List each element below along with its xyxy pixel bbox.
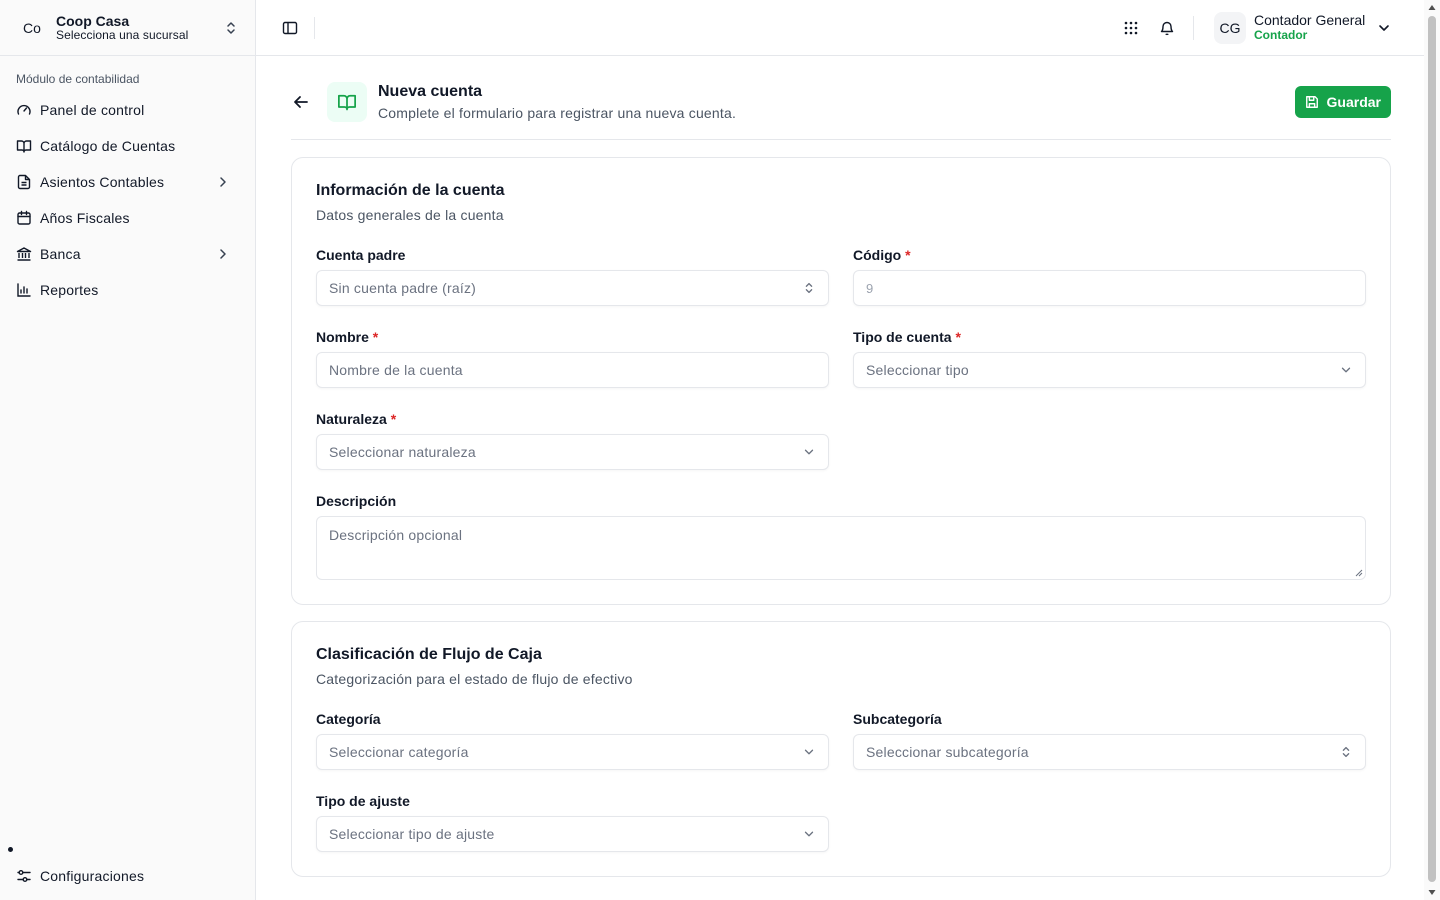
file-text-icon <box>16 174 32 190</box>
subcategory-select[interactable]: Seleccionar subcategoría <box>853 734 1366 770</box>
category-select[interactable]: Seleccionar categoría <box>316 734 829 770</box>
chevron-down-icon <box>802 827 816 841</box>
code-label: Código * <box>853 247 911 263</box>
card-subtitle: Categorización para el estado de flujo d… <box>316 671 633 687</box>
save-button-label: Guardar <box>1326 94 1381 110</box>
nature-select[interactable]: Seleccionar naturaleza <box>316 434 829 470</box>
chevron-right-icon <box>215 174 231 190</box>
account-type-select[interactable]: Seleccionar tipo <box>853 352 1366 388</box>
org-name: Coop Casa <box>56 12 130 29</box>
chevrons-up-down-icon <box>223 20 239 36</box>
bell-icon[interactable] <box>1159 20 1175 36</box>
sidebar-item-label: Banca <box>40 246 81 262</box>
parent-account-label: Cuenta padre <box>316 247 406 263</box>
sidebar-item-label: Asientos Contables <box>40 174 165 190</box>
scroll-down-arrow-icon[interactable] <box>1428 888 1436 896</box>
page-title: Nueva cuenta <box>378 83 483 100</box>
chevrons-up-down-icon <box>1339 745 1353 759</box>
account-type-placeholder: Seleccionar tipo <box>866 362 969 378</box>
adjustment-type-select[interactable]: Seleccionar tipo de ajuste <box>316 816 829 852</box>
cash-flow-card: Clasificación de Flujo de Caja Categoriz… <box>291 621 1391 877</box>
card-title: Información de la cuenta <box>316 182 505 199</box>
user-name: Contador General <box>1254 13 1366 29</box>
book-open-icon <box>327 82 367 122</box>
chevron-down-icon <box>802 745 816 759</box>
card-title: Clasificación de Flujo de Caja <box>316 646 542 663</box>
subcategory-placeholder: Seleccionar subcategoría <box>866 744 1029 760</box>
description-textarea[interactable]: Descripción opcional <box>316 516 1366 580</box>
arrow-left-icon[interactable] <box>291 92 311 112</box>
bar-chart-icon <box>16 282 32 298</box>
sidebar-item-label: Panel de control <box>40 102 145 118</box>
chevron-down-icon <box>802 445 816 459</box>
code-input[interactable]: 9 <box>853 270 1366 306</box>
sidebar-item-fiscal-years[interactable]: Años Fiscales <box>0 200 255 236</box>
sidebar-item-banking[interactable]: Banca <box>0 236 255 272</box>
page-subtitle: Complete el formulario para registrar un… <box>378 105 737 121</box>
save-button[interactable]: Guardar <box>1294 86 1391 118</box>
save-icon <box>1305 95 1319 109</box>
sidebar-item-settings[interactable]: Configuraciones <box>0 858 255 894</box>
user-menu[interactable]: CG Contador General Contador <box>1214 11 1392 44</box>
sidebar: Co Coop Casa Selecciona una sucursal Mód… <box>0 0 256 900</box>
required-mark: * <box>390 411 397 427</box>
apps-grid-icon[interactable] <box>1123 20 1139 36</box>
chevron-down-icon <box>1376 20 1392 36</box>
calendar-icon <box>16 210 32 226</box>
name-input[interactable]: Nombre de la cuenta <box>316 352 829 388</box>
top-bar: CG Contador General Contador <box>256 0 1424 56</box>
sidebar-item-label: Catálogo de Cuentas <box>40 138 176 154</box>
name-placeholder: Nombre de la cuenta <box>329 362 463 378</box>
bank-icon <box>16 246 32 262</box>
chevron-right-icon <box>215 246 231 262</box>
account-info-card: Información de la cuenta Datos generales… <box>291 157 1391 605</box>
sidebar-item-label: Años Fiscales <box>40 210 130 226</box>
sidebar-item-catalog[interactable]: Catálogo de Cuentas <box>0 128 255 164</box>
sidebar-item-dashboard[interactable]: Panel de control <box>0 92 255 128</box>
subcategory-label: Subcategoría <box>853 711 942 727</box>
category-label: Categoría <box>316 711 381 727</box>
resize-grip-icon[interactable] <box>1355 569 1363 577</box>
sidebar-item-entries[interactable]: Asientos Contables <box>0 164 255 200</box>
divider <box>314 16 315 39</box>
sidebar-item-reports[interactable]: Reportes <box>0 272 255 308</box>
gauge-icon <box>16 102 32 118</box>
page-header: Nueva cuenta Complete el formulario para… <box>291 80 1391 140</box>
org-switcher[interactable]: Co Coop Casa Selecciona una sucursal <box>0 0 255 56</box>
required-mark: * <box>372 329 379 345</box>
adjustment-type-placeholder: Seleccionar tipo de ajuste <box>329 826 495 842</box>
description-label: Descripción <box>316 493 397 509</box>
card-subtitle: Datos generales de la cuenta <box>316 207 504 223</box>
section-label: Módulo de contabilidad <box>16 72 140 86</box>
name-label: Nombre * <box>316 329 379 345</box>
page-scrollbar[interactable] <box>1424 0 1440 900</box>
required-mark: * <box>955 329 961 345</box>
org-branch-selector: Selecciona una sucursal <box>56 27 189 42</box>
code-value: 9 <box>866 280 874 296</box>
scroll-thumb[interactable] <box>1428 16 1436 882</box>
parent-account-value: Sin cuenta padre (raíz) <box>329 280 477 296</box>
category-placeholder: Seleccionar categoría <box>329 744 469 760</box>
divider <box>1193 15 1194 40</box>
description-placeholder: Descripción opcional <box>329 527 463 543</box>
book-open-icon <box>16 138 32 154</box>
sidebar-toggle-icon[interactable] <box>282 20 298 36</box>
sidebar-item-label: Configuraciones <box>40 868 145 884</box>
nature-label: Naturaleza * <box>316 411 397 427</box>
org-avatar: Co <box>23 19 41 36</box>
required-mark: * <box>905 247 911 263</box>
nature-placeholder: Seleccionar naturaleza <box>329 444 476 460</box>
adjustment-type-label: Tipo de ajuste <box>316 793 410 809</box>
chevron-down-icon <box>1339 363 1353 377</box>
settings-sliders-icon <box>16 868 32 884</box>
user-role: Contador <box>1254 27 1308 42</box>
status-dot <box>8 847 13 852</box>
chevrons-up-down-icon <box>802 281 816 295</box>
sidebar-item-label: Reportes <box>40 282 99 298</box>
scroll-up-arrow-icon[interactable] <box>1428 4 1436 12</box>
parent-account-select[interactable]: Sin cuenta padre (raíz) <box>316 270 829 306</box>
account-type-label: Tipo de cuenta * <box>853 329 961 345</box>
avatar: CG <box>1214 11 1246 44</box>
